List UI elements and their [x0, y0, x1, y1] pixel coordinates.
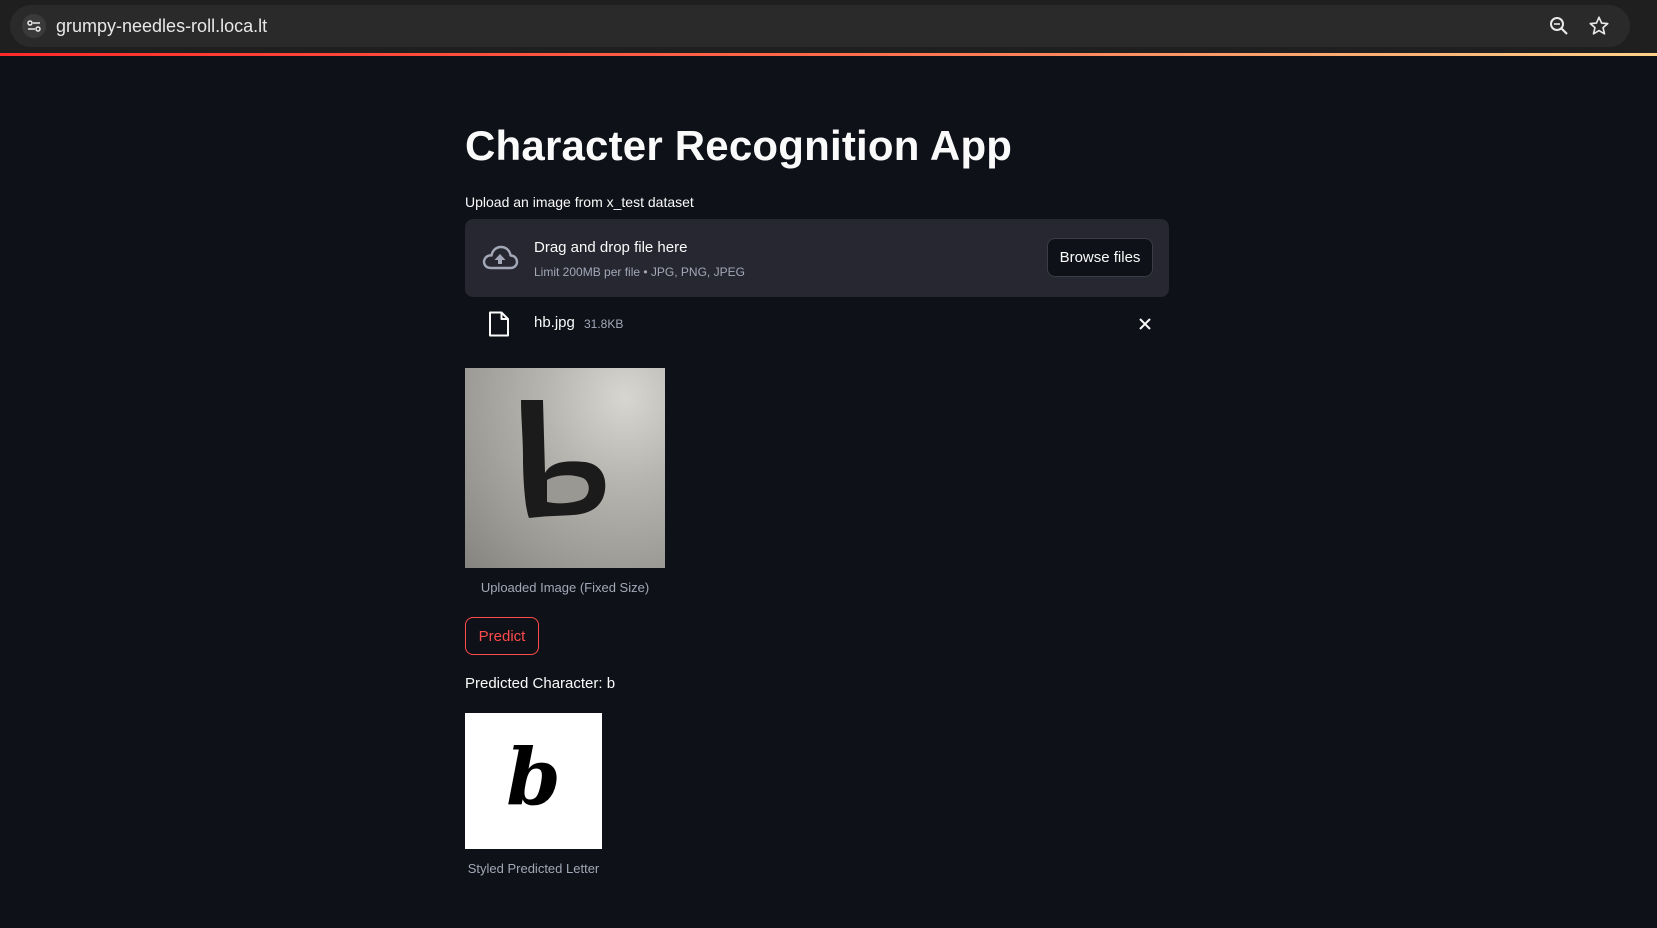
zoom-icon[interactable]: [1547, 14, 1571, 38]
file-icon: [489, 311, 509, 337]
uploader-label: Upload an image from x_test dataset: [465, 194, 694, 210]
file-dropzone[interactable]: Drag and drop file here Limit 200MB per …: [465, 219, 1169, 297]
page-load-accent-bar: [0, 53, 1657, 56]
bookmark-star-icon[interactable]: [1587, 14, 1611, 38]
styled-letter-caption: Styled Predicted Letter: [467, 861, 600, 876]
uploaded-file-row: hb.jpg 31.8KB: [465, 304, 1169, 344]
file-size: 31.8KB: [584, 317, 624, 331]
uploaded-image-caption: Uploaded Image (Fixed Size): [480, 580, 650, 595]
browse-files-button[interactable]: Browse files: [1047, 238, 1153, 277]
styled-letter: b: [506, 732, 561, 823]
dropzone-title: Drag and drop file here: [534, 239, 688, 256]
predict-button[interactable]: Predict: [465, 617, 539, 655]
uploaded-image: [465, 368, 665, 568]
cloud-upload-icon: [482, 245, 519, 270]
prediction-result: Predicted Character: b: [465, 675, 616, 692]
close-icon: [1139, 318, 1151, 330]
address-bar[interactable]: grumpy-needles-roll.loca.lt: [10, 5, 1630, 47]
page-title: Character Recognition App: [465, 122, 1013, 169]
site-info-icon[interactable]: [22, 14, 46, 38]
styled-letter-image: b: [465, 713, 602, 849]
file-name: hb.jpg: [534, 314, 575, 331]
url-text[interactable]: grumpy-needles-roll.loca.lt: [56, 15, 267, 37]
dropzone-limit: Limit 200MB per file • JPG, PNG, JPEG: [534, 265, 745, 279]
browser-toolbar: grumpy-needles-roll.loca.lt: [0, 0, 1657, 53]
remove-file-button[interactable]: [1133, 312, 1157, 336]
